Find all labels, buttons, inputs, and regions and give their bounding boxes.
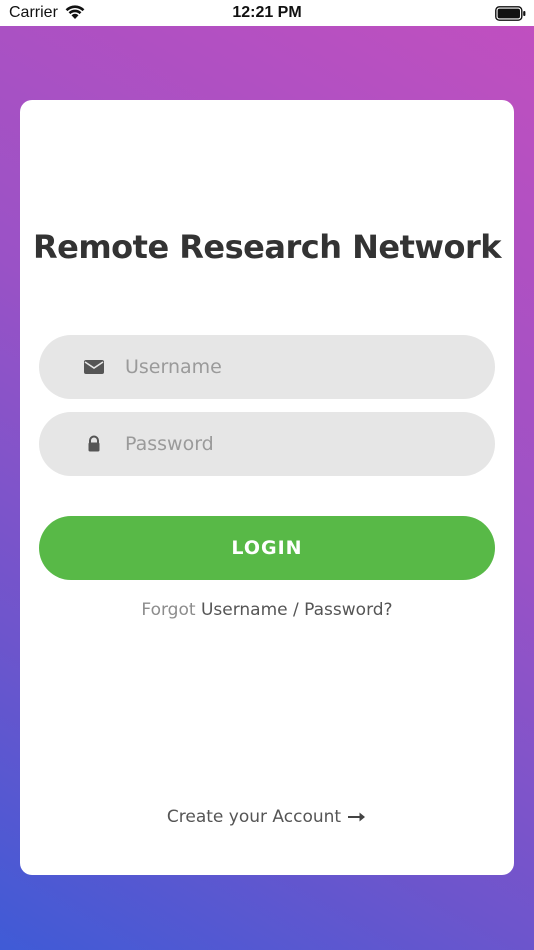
username-input[interactable] bbox=[125, 335, 475, 399]
forgot-prefix: Forgot bbox=[141, 600, 196, 620]
lock-icon bbox=[88, 435, 100, 452]
battery-icon bbox=[495, 6, 526, 21]
login-card: Remote Research Network LOGIN Forgot Use… bbox=[20, 100, 514, 875]
create-account-label: Create your Account bbox=[166, 807, 342, 827]
status-time: 12:21 PM bbox=[232, 4, 302, 21]
login-button[interactable]: LOGIN bbox=[39, 516, 495, 580]
username-field[interactable] bbox=[39, 335, 495, 399]
forgot-credentials-link[interactable]: Username / Password? bbox=[201, 600, 393, 620]
password-input[interactable] bbox=[125, 412, 475, 476]
envelope-icon bbox=[84, 360, 104, 374]
arrow-right-icon bbox=[348, 812, 366, 822]
login-screen: Carrier 12:21 PM Remote Research Network bbox=[0, 0, 534, 950]
status-bar: Carrier 12:21 PM bbox=[0, 0, 534, 26]
create-account-link[interactable]: Create your Account bbox=[20, 807, 514, 827]
password-field[interactable] bbox=[39, 412, 495, 476]
forgot-credentials: Forgot Username / Password? bbox=[20, 600, 514, 620]
app-title: Remote Research Network bbox=[32, 228, 502, 266]
